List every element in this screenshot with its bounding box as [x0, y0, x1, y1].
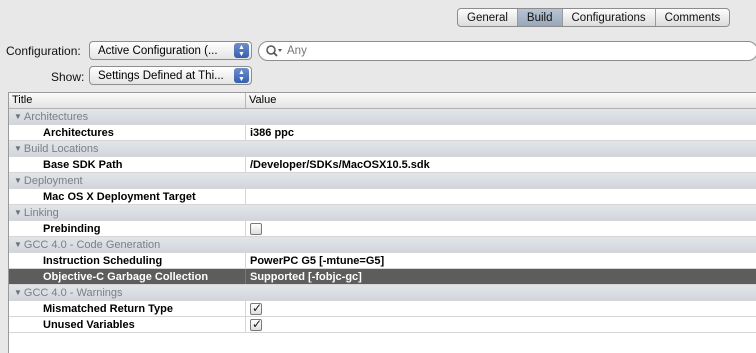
mismatched-return-type-checkbox[interactable]: ✓ — [250, 300, 263, 315]
group-title: GCC 4.0 - Warnings — [23, 286, 123, 299]
disclosure-triangle-icon[interactable]: ▼ — [14, 112, 22, 121]
popup-arrows-icon: ▲ ▼ — [234, 43, 249, 58]
disclosure-triangle-icon[interactable]: ▼ — [14, 144, 22, 153]
setting-value-checkbox-cell: ✓ — [246, 317, 262, 332]
table-row-selected[interactable]: Objective-C Garbage Collection Supported… — [9, 269, 756, 285]
group-title: Linking — [23, 206, 59, 219]
group-row-gcc-code-generation[interactable]: ▼ GCC 4.0 - Code Generation — [9, 237, 756, 253]
disclosure-triangle-icon[interactable]: ▼ — [14, 288, 22, 297]
tab-comments[interactable]: Comments — [654, 9, 730, 26]
setting-value[interactable]: /Developer/SDKs/MacOSX10.5.sdk — [246, 157, 430, 172]
setting-value[interactable]: PowerPC G5 [-mtune=G5] — [246, 253, 384, 268]
setting-value[interactable]: i386 ppc — [246, 125, 294, 140]
table-row[interactable]: Prebinding — [9, 221, 756, 237]
configuration-label: Configuration: — [6, 44, 81, 58]
setting-title: Instruction Scheduling — [9, 253, 246, 268]
setting-title: Mismatched Return Type — [9, 301, 246, 316]
disclosure-triangle-icon[interactable]: ▼ — [14, 208, 22, 217]
configuration-popup[interactable]: Active Configuration (... ▲ ▼ — [89, 41, 252, 60]
table-row[interactable]: Instruction Scheduling PowerPC G5 [-mtun… — [9, 253, 756, 269]
group-row-architectures[interactable]: ▼ Architectures — [9, 109, 756, 125]
table-header: Title Value — [9, 93, 756, 109]
disclosure-triangle-icon[interactable]: ▼ — [14, 240, 22, 249]
search-field[interactable] — [258, 41, 756, 61]
setting-title: Base SDK Path — [9, 157, 246, 172]
search-input[interactable] — [287, 45, 687, 57]
group-title: Build Locations — [23, 142, 99, 155]
setting-title: Prebinding — [9, 221, 246, 236]
table-row[interactable]: Architectures i386 ppc — [9, 125, 756, 141]
tab-build[interactable]: Build — [516, 9, 562, 26]
popup-arrows-icon: ▲ ▼ — [234, 68, 249, 83]
prebinding-checkbox[interactable] — [250, 222, 262, 235]
show-popup[interactable]: Settings Defined at Thi... ▲ ▼ — [89, 66, 252, 85]
setting-value-checkbox-cell: ✓ — [246, 301, 262, 316]
setting-value[interactable] — [246, 189, 250, 204]
column-header-value[interactable]: Value — [246, 93, 276, 108]
setting-title: Objective-C Garbage Collection — [9, 269, 246, 284]
table-row[interactable]: Mismatched Return Type ✓ — [9, 301, 756, 317]
group-row-build-locations[interactable]: ▼ Build Locations — [9, 141, 756, 157]
setting-title: Mac OS X Deployment Target — [9, 189, 246, 204]
search-icon — [265, 44, 283, 58]
group-row-linking[interactable]: ▼ Linking — [9, 205, 756, 221]
group-title: Architectures — [23, 110, 89, 123]
setting-value-checkbox-cell — [246, 221, 262, 236]
table-row[interactable]: Unused Variables ✓ — [9, 317, 756, 333]
group-title: GCC 4.0 - Code Generation — [23, 238, 161, 251]
unused-variables-checkbox[interactable]: ✓ — [250, 316, 263, 331]
build-settings-table: Title Value ▼ Architectures Architectures… — [8, 92, 756, 353]
configuration-value: Active Configuration (... — [98, 44, 218, 57]
checkmark-icon: ✓ — [252, 300, 263, 315]
tab-general[interactable]: General — [458, 9, 517, 26]
checkmark-icon: ✓ — [252, 316, 263, 331]
disclosure-triangle-icon[interactable]: ▼ — [14, 176, 22, 185]
setting-title: Architectures — [9, 125, 246, 140]
setting-title: Unused Variables — [9, 317, 246, 332]
group-title: Deployment — [23, 174, 83, 187]
tab-configurations[interactable]: Configurations — [561, 9, 655, 26]
inspector-tabs: General Build Configurations Comments — [457, 8, 731, 27]
show-label: Show: — [51, 70, 85, 84]
show-value: Settings Defined at Thi... — [98, 69, 224, 82]
column-header-title[interactable]: Title — [9, 93, 246, 108]
group-row-deployment[interactable]: ▼ Deployment — [9, 173, 756, 189]
table-row[interactable]: Base SDK Path /Developer/SDKs/MacOSX10.5… — [9, 157, 756, 173]
table-row[interactable]: Mac OS X Deployment Target — [9, 189, 756, 205]
setting-value[interactable]: Supported [-fobjc-gc] — [246, 269, 362, 284]
group-row-gcc-warnings[interactable]: ▼ GCC 4.0 - Warnings — [9, 285, 756, 301]
